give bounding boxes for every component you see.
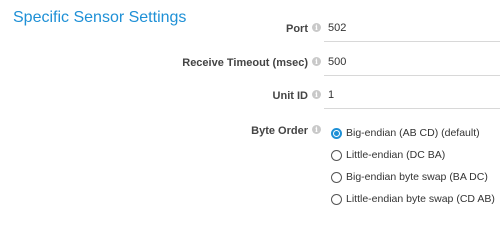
port-info-icon[interactable]: i <box>312 23 321 32</box>
unit-id-field-container <box>324 83 500 109</box>
radio-button[interactable] <box>331 193 342 205</box>
section-title: Specific Sensor Settings <box>13 9 187 26</box>
radio-option-label: Big-endian (AB CD) (default) <box>346 127 480 139</box>
byte-order-label: Byte Order <box>251 125 308 137</box>
radio-button[interactable] <box>331 171 342 183</box>
byte-order-option-little-endian-byte-swap[interactable]: Little-endian byte swap (CD AB) <box>331 188 495 210</box>
byte-order-option-big-endian[interactable]: Big-endian (AB CD) (default) <box>331 122 495 144</box>
radio-option-label: Little-endian byte swap (CD AB) <box>346 193 495 205</box>
radio-option-label: Big-endian byte swap (BA DC) <box>346 171 488 183</box>
byte-order-option-little-endian[interactable]: Little-endian (DC BA) <box>331 144 495 166</box>
radio-button[interactable] <box>331 127 342 139</box>
radio-selected-dot <box>334 130 339 136</box>
unit-id-label: Unit ID <box>272 90 308 102</box>
byte-order-radio-group: Big-endian (AB CD) (default) Little-endi… <box>331 122 495 210</box>
receive-timeout-input[interactable] <box>324 50 488 74</box>
receive-timeout-info-icon[interactable]: i <box>312 57 321 66</box>
port-field-container <box>324 16 500 42</box>
byte-order-option-big-endian-byte-swap[interactable]: Big-endian byte swap (BA DC) <box>331 166 495 188</box>
port-input[interactable] <box>324 16 488 40</box>
port-label: Port <box>286 23 308 35</box>
unit-id-input[interactable] <box>324 83 488 107</box>
radio-option-label: Little-endian (DC BA) <box>346 149 446 161</box>
receive-timeout-field-container <box>324 50 500 76</box>
unit-id-info-icon[interactable]: i <box>312 90 321 99</box>
byte-order-info-icon[interactable]: i <box>312 125 321 134</box>
receive-timeout-label: Receive Timeout (msec) <box>182 57 308 69</box>
radio-button[interactable] <box>331 149 342 161</box>
